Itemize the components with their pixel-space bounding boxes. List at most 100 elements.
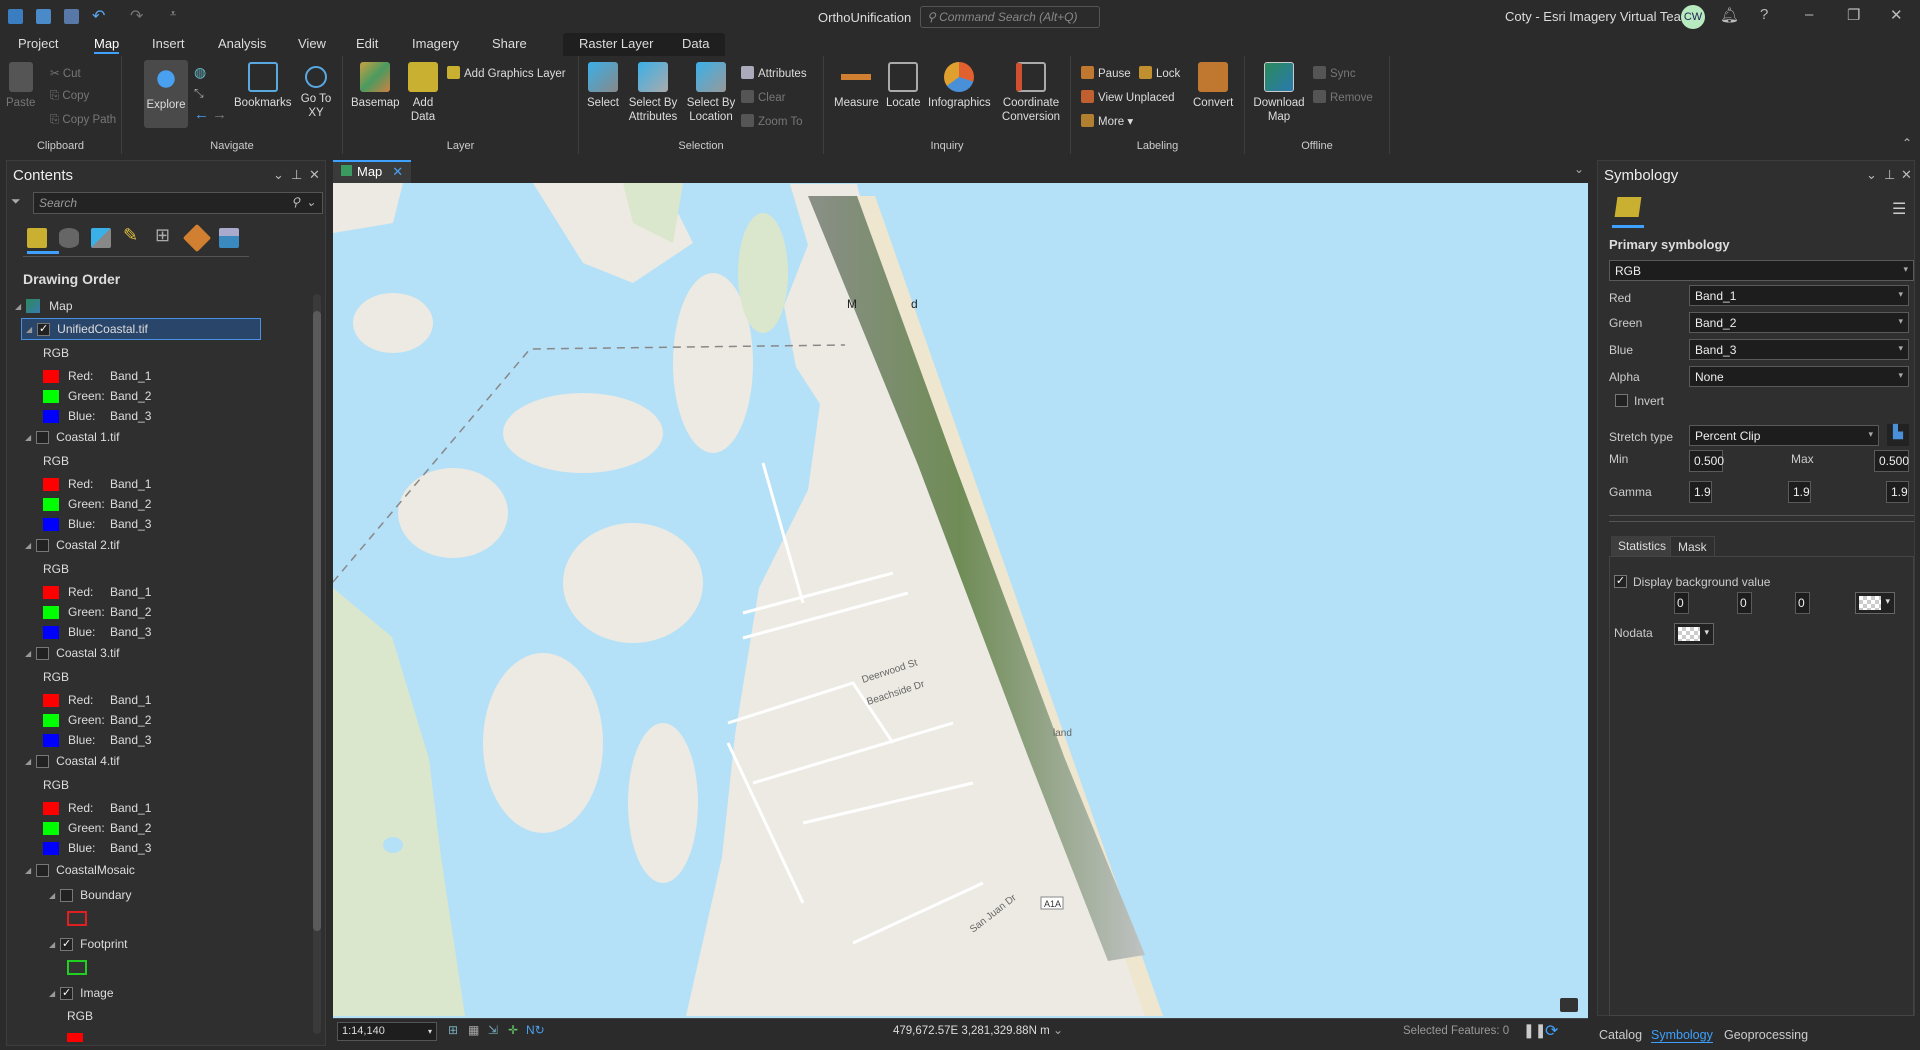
layer-item[interactable]: ◢ Coastal 1.tif xyxy=(21,426,261,448)
new-project-icon[interactable] xyxy=(8,9,23,24)
green-swatch[interactable] xyxy=(43,605,59,619)
lock-button[interactable]: Lock xyxy=(1139,66,1180,80)
tab-view[interactable]: View xyxy=(298,36,326,51)
sublayer-visibility-checkbox[interactable]: ✓ xyxy=(60,937,74,951)
outline-swatch[interactable] xyxy=(67,959,87,975)
tab-list-chevron-icon[interactable]: ⌄ xyxy=(1574,162,1584,176)
measure-button[interactable]: Measure xyxy=(834,62,879,110)
grid-icon[interactable]: ▦ xyxy=(468,1023,479,1037)
nodata-color-picker[interactable]: ▾ xyxy=(1674,623,1714,645)
save-project-icon[interactable] xyxy=(64,9,79,24)
tab-imagery[interactable]: Imagery xyxy=(412,36,459,51)
layer-visibility-checkbox[interactable] xyxy=(36,754,50,768)
red-swatch[interactable] xyxy=(43,693,59,707)
pane-options-icon[interactable]: ⌄ xyxy=(1866,167,1877,183)
scrollbar-thumb[interactable] xyxy=(313,311,321,931)
undo-icon[interactable]: ↶ xyxy=(92,6,105,26)
sublayer-item[interactable]: ◢ Boundary xyxy=(49,883,132,907)
layer-visibility-checkbox[interactable] xyxy=(36,538,50,552)
sublayer-visibility-checkbox[interactable] xyxy=(60,888,74,902)
blue-swatch[interactable] xyxy=(43,733,59,747)
tab-mask[interactable]: Mask xyxy=(1670,536,1715,556)
scale-selector[interactable]: 1:14,140 ▾ xyxy=(337,1022,437,1041)
select-by-attributes-button[interactable]: Select By Attributes xyxy=(625,62,681,124)
tab-catalog[interactable]: Catalog xyxy=(1599,1028,1642,1042)
min-input[interactable]: 0.500 xyxy=(1689,450,1724,472)
collapse-triangle-icon[interactable]: ◢ xyxy=(25,866,31,875)
red-swatch[interactable] xyxy=(43,369,59,383)
primary-symbology-icon[interactable] xyxy=(1614,197,1642,217)
green-swatch[interactable] xyxy=(43,713,59,727)
tab-map-view[interactable]: Map ✕ xyxy=(333,160,411,183)
invert-checkbox[interactable] xyxy=(1615,394,1628,407)
remove-button[interactable]: Remove xyxy=(1313,90,1373,104)
user-name[interactable]: Coty - Esri Imagery Virtual Team xyxy=(1505,9,1692,24)
layer-item[interactable]: ◢ Coastal 4.tif xyxy=(21,750,261,772)
bell-icon[interactable]: 🔔︎ xyxy=(1720,6,1739,24)
go-to-xy-button[interactable]: Go To XY xyxy=(298,62,334,120)
green-band-dropdown[interactable]: Band_2 xyxy=(1689,312,1909,333)
display-background-checkbox[interactable]: ✓ xyxy=(1614,575,1627,588)
tab-geoprocessing[interactable]: Geoprocessing xyxy=(1724,1028,1808,1042)
customize-qat-icon[interactable]: ⩡ xyxy=(170,8,176,21)
locate-button[interactable]: Locate xyxy=(886,62,921,110)
tree-item-map[interactable]: ◢ Map xyxy=(15,294,73,318)
blue-swatch[interactable] xyxy=(43,409,59,423)
paste-button[interactable]: Paste xyxy=(6,62,35,110)
tab-map[interactable]: Map xyxy=(94,36,120,54)
contents-search-input[interactable]: Search ⚲ ⌄ xyxy=(33,192,323,214)
attributes-button[interactable]: Attributes xyxy=(741,66,807,80)
tab-data[interactable]: Data xyxy=(682,36,709,51)
copy-button[interactable]: ⎘ Copy xyxy=(50,90,89,103)
layer-item[interactable]: ◢ Coastal 3.tif xyxy=(21,642,261,664)
layer-visibility-checkbox[interactable] xyxy=(36,863,50,877)
mosaic-layer-item[interactable]: ◢ CoastalMosaic xyxy=(25,858,135,882)
collapse-triangle-icon[interactable]: ◢ xyxy=(25,541,31,550)
blue-swatch[interactable] xyxy=(43,625,59,639)
layer-item[interactable]: ◢ ✓ UnifiedCoastal.tif xyxy=(21,318,261,340)
view-unplaced-button[interactable]: View Unplaced xyxy=(1081,90,1175,104)
alpha-band-dropdown[interactable]: None xyxy=(1689,366,1909,387)
gamma-green-input[interactable]: 1.9 xyxy=(1788,481,1811,503)
close-pane-icon[interactable]: ✕ xyxy=(1901,167,1912,183)
redo-icon[interactable]: ↷ xyxy=(130,6,143,26)
previous-extent-icon[interactable]: ← xyxy=(194,106,209,123)
north-arrow-icon[interactable]: N↻ xyxy=(526,1023,545,1037)
convert-button[interactable]: Convert xyxy=(1193,62,1233,110)
sublayer-visibility-checkbox[interactable]: ✓ xyxy=(60,986,74,1000)
blue-swatch[interactable] xyxy=(43,517,59,531)
list-by-selection-icon[interactable] xyxy=(91,228,111,248)
collapse-ribbon-icon[interactable]: ⌃ xyxy=(1902,136,1912,150)
bookmarks-button[interactable]: Bookmarks xyxy=(234,62,292,110)
collapse-triangle-icon[interactable]: ◢ xyxy=(25,433,31,442)
stretch-type-dropdown[interactable]: Percent Clip xyxy=(1689,425,1879,446)
tab-analysis[interactable]: Analysis xyxy=(218,36,266,51)
renderer-dropdown[interactable]: RGB xyxy=(1609,260,1914,281)
close-window-button[interactable]: ✕ xyxy=(1890,6,1903,24)
blue-band-dropdown[interactable]: Band_3 xyxy=(1689,339,1909,360)
green-swatch[interactable] xyxy=(43,497,59,511)
list-by-snapping-icon[interactable]: ⊞ xyxy=(155,225,170,246)
sync-button[interactable]: Sync xyxy=(1313,66,1356,80)
list-by-source-icon[interactable] xyxy=(59,228,79,248)
background-green-input[interactable]: 0 xyxy=(1737,592,1752,614)
collapse-triangle-icon[interactable]: ◢ xyxy=(49,989,55,998)
histogram-icon[interactable]: ▙ xyxy=(1887,424,1909,446)
infographics-button[interactable]: Infographics xyxy=(928,62,991,110)
menu-icon[interactable]: ☰ xyxy=(1892,199,1906,219)
collapse-triangle-icon[interactable]: ◢ xyxy=(15,302,21,311)
green-swatch[interactable] xyxy=(43,389,59,403)
layer-visibility-checkbox[interactable]: ✓ xyxy=(37,322,51,336)
download-map-button[interactable]: Download Map xyxy=(1253,62,1305,124)
layer-visibility-checkbox[interactable] xyxy=(36,430,50,444)
pin-icon[interactable]: ⊥ xyxy=(291,167,302,183)
correction-icon[interactable]: ✛ xyxy=(508,1023,518,1037)
red-swatch[interactable] xyxy=(43,585,59,599)
basemap-button[interactable]: Basemap xyxy=(351,62,400,110)
select-button[interactable]: Select xyxy=(587,62,619,110)
avatar[interactable]: CW xyxy=(1681,5,1705,29)
tab-share[interactable]: Share xyxy=(492,36,527,51)
add-graphics-layer-button[interactable]: Add Graphics Layer xyxy=(447,66,566,80)
list-by-drawing-order-icon[interactable] xyxy=(27,228,47,248)
command-search-input[interactable]: ⚲ Command Search (Alt+Q) xyxy=(920,6,1100,28)
